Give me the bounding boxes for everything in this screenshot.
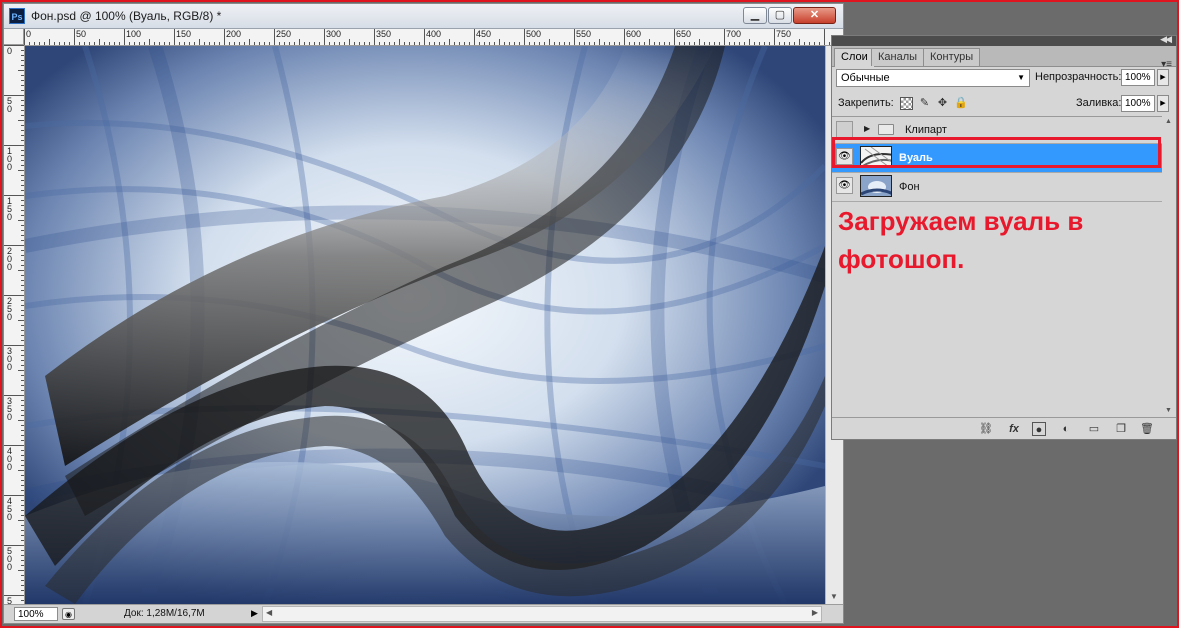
document-info: Док: 1,28M/16,7M — [124, 608, 205, 619]
blend-mode-select[interactable]: Обычные ▼ — [836, 69, 1030, 87]
ruler-label: 350 — [376, 29, 392, 39]
panel-header[interactable]: ◀◀ — [832, 34, 1176, 46]
minimize-button[interactable]: ▁ — [743, 7, 767, 24]
opacity-input[interactable]: 100% — [1121, 69, 1155, 86]
ruler-label: 2 0 0 — [7, 246, 13, 272]
scroll-down-icon[interactable]: ▼ — [1165, 407, 1172, 414]
tab-channels[interactable]: Каналы — [871, 48, 925, 66]
ruler-label: 600 — [626, 29, 642, 39]
close-button[interactable]: ✕ — [793, 7, 836, 24]
ruler-label: 750 — [776, 29, 792, 39]
opacity-label: Непрозрачность: — [1035, 71, 1122, 83]
ruler-label: 3 0 0 — [7, 346, 13, 372]
lock-brush-icon[interactable]: ✎ — [918, 97, 931, 110]
lock-move-icon[interactable]: ✥ — [936, 97, 949, 110]
layer-name: Клипарт — [905, 124, 947, 136]
document-window: Ps Фон.psd @ 100% (Вуаль, RGB/8) * ▁ ▢ ✕… — [3, 3, 844, 624]
status-bar: 100% ◉ Док: 1,28M/16,7M ▶ ◀ ▶ — [4, 604, 843, 623]
opacity-slider-arrow-icon[interactable]: ▶ — [1157, 69, 1169, 86]
layer-name: Фон — [899, 181, 920, 193]
ruler-label: 100 — [126, 29, 142, 39]
horizontal-scrollbar[interactable]: ◀ ▶ — [262, 606, 822, 622]
ruler-label: 700 — [726, 29, 742, 39]
link-icon[interactable]: ⛓ — [976, 422, 996, 436]
zoom-options-icon[interactable]: ◉ — [62, 608, 75, 620]
ruler-label: 500 — [526, 29, 542, 39]
horizontal-ruler[interactable]: 0 50 100 150 200 250 300 350 400 450 500 550 600 650 7… — [24, 29, 843, 46]
ruler-label: 5 0 — [7, 96, 13, 114]
ruler-label: 0 — [26, 29, 32, 39]
ruler-label: 50 — [76, 29, 87, 39]
ruler-origin[interactable] — [4, 29, 24, 45]
blend-mode-value: Обычные — [841, 72, 890, 84]
document-title: Фон.psd @ 100% (Вуаль, RGB/8) * — [31, 9, 222, 23]
visibility-toggle-off[interactable] — [836, 121, 853, 138]
status-menu-arrow-icon[interactable]: ▶ — [251, 608, 258, 619]
trash-icon[interactable]: 🗑 — [1140, 422, 1154, 436]
ruler-label: 450 — [476, 29, 492, 39]
maximize-button[interactable]: ▢ — [768, 7, 792, 24]
ruler-label: 650 — [676, 29, 692, 39]
fx-icon[interactable]: fx — [1004, 422, 1024, 436]
scroll-down-icon[interactable]: ▼ — [830, 592, 838, 601]
fill-label: Заливка: — [1076, 97, 1122, 109]
scroll-up-icon[interactable]: ▲ — [1165, 118, 1172, 125]
ruler-label: 5 0 0 — [7, 546, 13, 572]
ruler-label: 2 5 0 — [7, 296, 13, 322]
lock-all-icon[interactable]: 🔒 — [954, 97, 968, 110]
photoshop-app-icon: Ps — [9, 8, 25, 24]
scroll-right-icon[interactable]: ▶ — [812, 608, 818, 617]
annotation-line-2: фотошоп. — [838, 244, 965, 274]
ruler-label: 300 — [326, 29, 342, 39]
group-icon[interactable]: ▭ — [1086, 422, 1102, 436]
panel-footer: ⛓ fx ● ◐ ▭ ❐ 🗑 — [832, 417, 1176, 440]
chevron-down-icon: ▼ — [1017, 73, 1025, 82]
ruler-label: 4 0 0 — [7, 446, 13, 472]
ruler-label: 200 — [226, 29, 242, 39]
ruler-label: 3 5 0 — [7, 396, 13, 422]
document-titlebar[interactable]: Ps Фон.psd @ 100% (Вуаль, RGB/8) * ▁ ▢ ✕ — [4, 4, 843, 29]
lock-transparency-icon[interactable] — [900, 97, 913, 110]
layers-scrollbar[interactable]: ▲ ▼ — [1163, 116, 1176, 416]
fill-input[interactable]: 100% — [1121, 95, 1155, 112]
folder-icon — [878, 124, 894, 135]
annotation-text: Загружаем вуаль в фотошоп. — [838, 202, 1118, 278]
ruler-label: 4 5 0 — [7, 496, 13, 522]
ruler-label: 550 — [576, 29, 592, 39]
adjustment-icon[interactable]: ◐ — [1058, 422, 1074, 436]
ruler-label: 5 5 0 — [7, 596, 13, 605]
panel-tabs: Слои Каналы Контуры ▾≡ — [832, 46, 1176, 70]
eye-icon[interactable]: 👁 — [836, 177, 853, 194]
vertical-ruler[interactable]: 0 5 0 1 0 0 1 5 0 2 0 0 2 5 0 3 0 0 3 5 0 4 0 0 4… — [4, 45, 25, 604]
fill-slider-arrow-icon[interactable]: ▶ — [1157, 95, 1169, 112]
new-layer-icon[interactable]: ❐ — [1114, 422, 1128, 436]
document-canvas[interactable] — [25, 46, 825, 604]
scroll-left-icon[interactable]: ◀ — [266, 608, 272, 617]
veil-artwork-image — [25, 46, 825, 604]
ruler-label: 1 5 0 — [7, 196, 13, 222]
ruler-label: 400 — [426, 29, 442, 39]
lock-label: Закрепить: — [838, 97, 894, 109]
group-expand-icon[interactable]: ▶ — [864, 124, 870, 133]
ruler-label: 1 0 0 — [7, 146, 13, 172]
zoom-input[interactable]: 100% — [14, 607, 58, 621]
ruler-label: 250 — [276, 29, 292, 39]
layer-thumbnail-background — [860, 175, 892, 197]
tab-paths[interactable]: Контуры — [923, 48, 981, 66]
mask-icon[interactable]: ● — [1032, 422, 1046, 436]
annotation-line-1: Загружаем вуаль в — [838, 206, 1084, 236]
tab-layers[interactable]: Слои — [834, 48, 875, 67]
ruler-label: 0 — [7, 46, 13, 56]
collapse-panel-icon[interactable]: ◀◀ — [1160, 34, 1172, 45]
ruler-label: 150 — [176, 29, 192, 39]
selection-highlight-frame — [832, 137, 1161, 168]
layer-row-background[interactable]: 👁 Фон — [832, 173, 1162, 202]
